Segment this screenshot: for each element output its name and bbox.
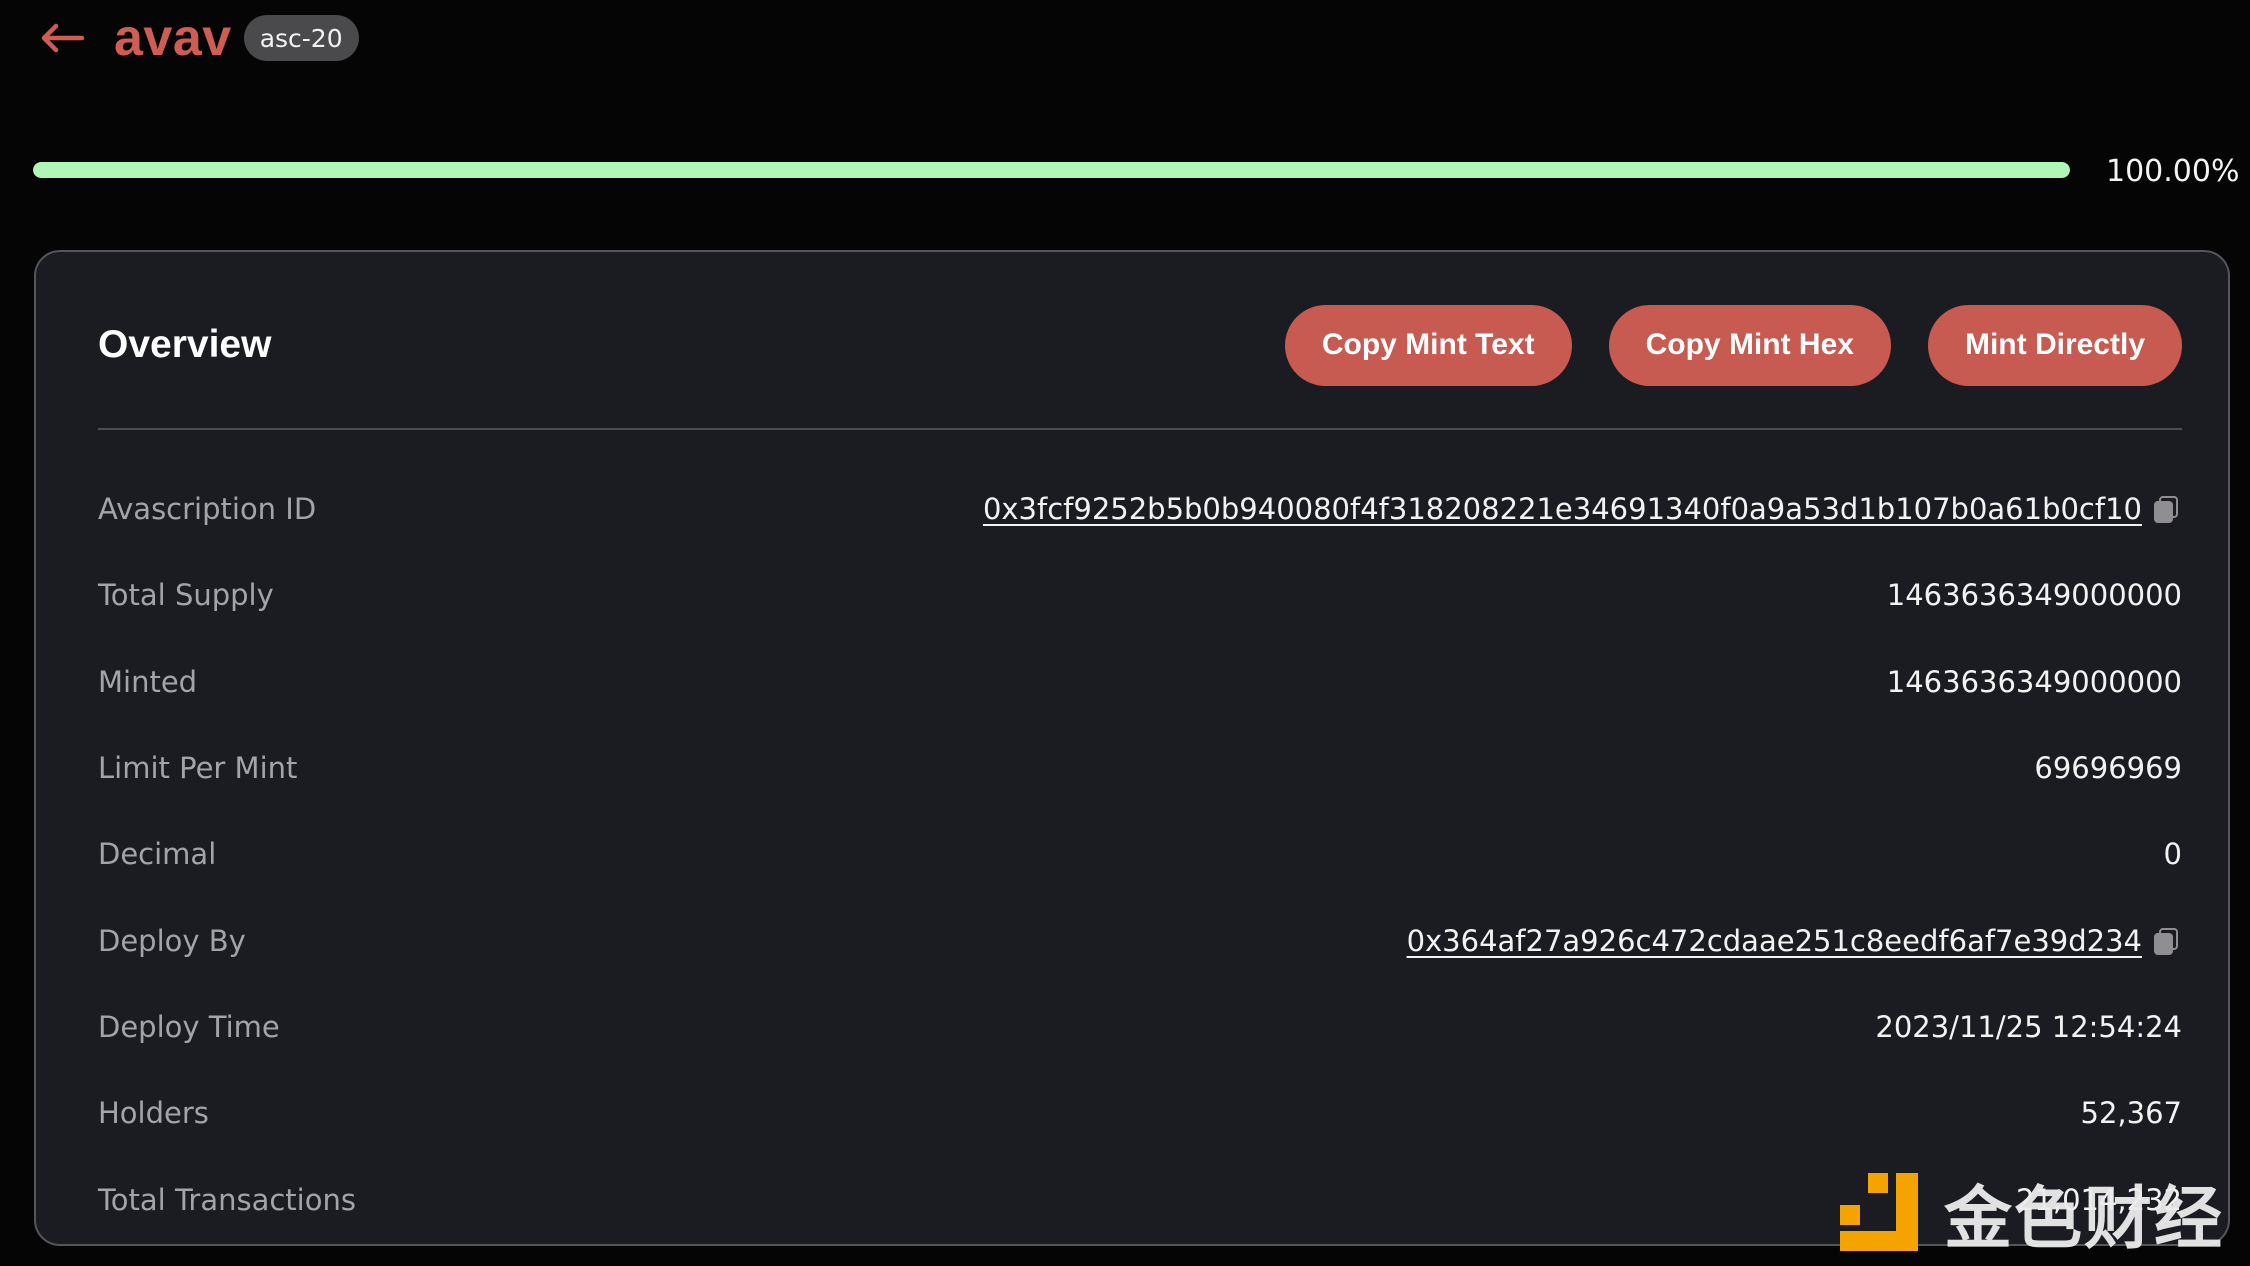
detail-label: Minted bbox=[98, 664, 198, 699]
detail-row-minted: Minted 1463636349000000 bbox=[98, 639, 2182, 725]
header: avav asc-20 bbox=[40, 12, 359, 64]
detail-label: Limit Per Mint bbox=[98, 751, 298, 786]
detail-row-limit-per-mint: Limit Per Mint 69696969 bbox=[98, 725, 2182, 811]
overview-details: Avascription ID 0x3fcf9252b5b0b940080f4f… bbox=[98, 466, 2182, 1243]
detail-value: 1463636349000000 bbox=[1886, 664, 2182, 699]
avascription-id-link[interactable]: 0x3fcf9252b5b0b940080f4f318208221e346913… bbox=[983, 492, 2142, 526]
copy-mint-hex-button[interactable]: Copy Mint Hex bbox=[1608, 304, 1891, 386]
detail-row-avascription-id: Avascription ID 0x3fcf9252b5b0b940080f4f… bbox=[98, 466, 2182, 552]
detail-row-holders: Holders 52,367 bbox=[98, 1070, 2182, 1156]
detail-row-deploy-by: Deploy By 0x364af27a926c472cdaae251c8eed… bbox=[98, 897, 2182, 983]
back-button[interactable] bbox=[40, 18, 86, 58]
detail-value: 2023/11/25 12:54:24 bbox=[1875, 1009, 2182, 1044]
mint-progress-bar bbox=[33, 162, 2070, 178]
overview-title: Overview bbox=[98, 323, 272, 366]
detail-value: 1463636349000000 bbox=[1886, 578, 2182, 613]
detail-row-deploy-time: Deploy Time 2023/11/25 12:54:24 bbox=[98, 984, 2182, 1070]
detail-value: 0x3fcf9252b5b0b940080f4f318208221e346913… bbox=[983, 492, 2182, 526]
token-detail-page: avav asc-20 100.00% Overview Copy Mint T… bbox=[0, 0, 2250, 1266]
detail-label: Avascription ID bbox=[98, 492, 317, 527]
mint-progress-label: 100.00% bbox=[2106, 154, 2240, 189]
detail-label: Decimal bbox=[98, 837, 217, 872]
detail-value: 0x364af27a926c472cdaae251c8eedf6af7e39d2… bbox=[1407, 924, 2182, 958]
deployer-address-link[interactable]: 0x364af27a926c472cdaae251c8eedf6af7e39d2… bbox=[1407, 924, 2142, 958]
overview-card: Overview Copy Mint Text Copy Mint Hex Mi… bbox=[34, 250, 2230, 1246]
detail-value: 69696969 bbox=[2034, 751, 2182, 786]
detail-label: Holders bbox=[98, 1096, 209, 1131]
token-title: avav bbox=[114, 9, 232, 67]
detail-label: Deploy By bbox=[98, 923, 246, 958]
detail-row-decimal: Decimal 0 bbox=[98, 811, 2182, 897]
detail-value: 0 bbox=[2163, 837, 2182, 872]
detail-label: Total Transactions bbox=[98, 1182, 356, 1217]
detail-value: 52,367 bbox=[2080, 1096, 2182, 1131]
detail-row-total-supply: Total Supply 1463636349000000 bbox=[98, 552, 2182, 638]
overview-header: Overview Copy Mint Text Copy Mint Hex Mi… bbox=[98, 304, 2182, 386]
copy-icon[interactable] bbox=[2152, 926, 2182, 956]
action-buttons: Copy Mint Text Copy Mint Hex Mint Direct… bbox=[1284, 304, 2182, 386]
detail-label: Total Supply bbox=[98, 578, 274, 613]
arrow-left-icon bbox=[41, 23, 85, 53]
detail-row-total-transactions: Total Transactions 21,014,232 bbox=[98, 1156, 2182, 1242]
protocol-badge: asc-20 bbox=[243, 15, 359, 61]
copy-icon[interactable] bbox=[2152, 494, 2182, 524]
mint-directly-button[interactable]: Mint Directly bbox=[1927, 304, 2182, 386]
detail-label: Deploy Time bbox=[98, 1009, 280, 1044]
copy-mint-text-button[interactable]: Copy Mint Text bbox=[1284, 304, 1572, 386]
mint-progress-fill bbox=[33, 162, 2070, 178]
overview-divider bbox=[98, 428, 2182, 430]
detail-value: 21,014,232 bbox=[2015, 1182, 2182, 1217]
